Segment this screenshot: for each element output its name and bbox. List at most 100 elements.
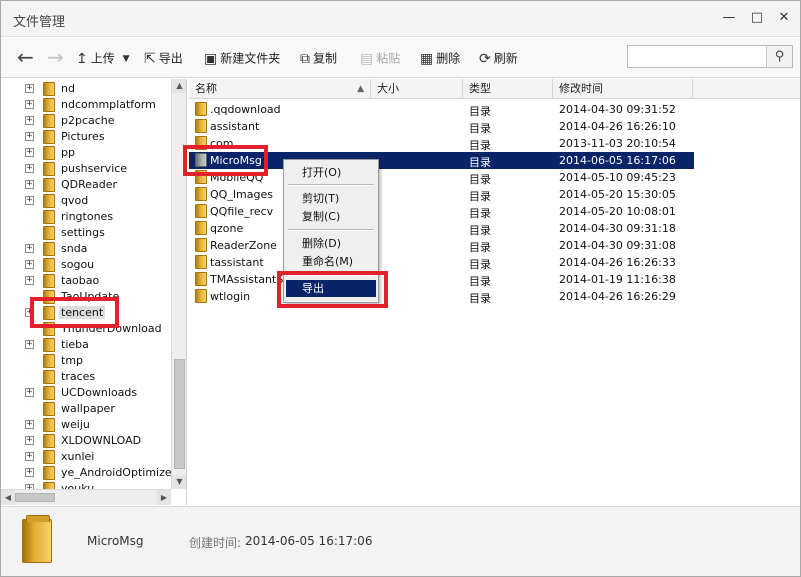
- expand-plus-icon[interactable]: +: [25, 100, 34, 109]
- table-row[interactable]: tassistant 目录 2014-04-26 16:26:33: [189, 254, 694, 271]
- search-input[interactable]: [628, 46, 766, 67]
- tree-item-label: p2pcache: [61, 114, 115, 127]
- tree-item-label: Pictures: [61, 130, 105, 143]
- expand-plus-icon[interactable]: +: [25, 452, 34, 461]
- upload-button[interactable]: ↥ 上传 ▼: [76, 38, 133, 78]
- modified-time-cell: 2014-05-20 10:08:01: [559, 205, 676, 218]
- tree-item[interactable]: + QDReader: [1, 177, 171, 193]
- menu-item-copy[interactable]: 复制(C): [286, 208, 376, 225]
- paste-button[interactable]: ▤ 粘贴: [360, 38, 400, 78]
- tree-item-label: nd: [61, 82, 75, 95]
- close-icon[interactable]: ✕: [775, 9, 793, 27]
- tree-item[interactable]: + UCDownloads: [1, 385, 171, 401]
- highlight-box-micromsg: [183, 145, 268, 176]
- export-button[interactable]: ⇱ 导出: [144, 38, 183, 78]
- scroll-left-icon[interactable]: ◀: [1, 490, 15, 505]
- file-type-cell: 目录: [469, 258, 491, 271]
- scroll-thumb[interactable]: [174, 359, 185, 469]
- tree-item[interactable]: + pushservice: [1, 161, 171, 177]
- menu-item-cut[interactable]: 剪切(T): [286, 190, 376, 207]
- tree-item[interactable]: + tieba: [1, 337, 171, 353]
- search-icon[interactable]: ⚲: [766, 46, 792, 67]
- tree-item[interactable]: ringtones: [1, 209, 171, 225]
- new-folder-button[interactable]: ▣ 新建文件夹: [204, 38, 280, 78]
- tree-item[interactable]: + ndcommplatform: [1, 97, 171, 113]
- table-row[interactable]: assistant 目录 2014-04-26 16:26:10: [189, 118, 694, 135]
- menu-item-rename[interactable]: 重命名(M): [286, 253, 376, 270]
- scroll-down-icon[interactable]: ▼: [172, 475, 186, 489]
- tree-item[interactable]: + taobao: [1, 273, 171, 289]
- expand-plus-icon[interactable]: +: [25, 276, 34, 285]
- expand-plus-icon[interactable]: +: [25, 180, 34, 189]
- tree-item[interactable]: + xunlei: [1, 449, 171, 465]
- modified-time-cell: 2014-04-26 16:26:10: [559, 120, 676, 133]
- expand-plus-icon[interactable]: +: [25, 340, 34, 349]
- expand-plus-icon[interactable]: +: [25, 84, 34, 93]
- table-row[interactable]: QQfile_recv 目录 2014-05-20 10:08:01: [189, 203, 694, 220]
- expand-plus-icon[interactable]: +: [25, 420, 34, 429]
- folder-icon: [43, 130, 55, 144]
- menu-separator: [288, 184, 374, 186]
- tree-item[interactable]: + ye_AndroidOptimizer: [1, 465, 176, 481]
- column-header-name[interactable]: 名称 ▲: [189, 79, 371, 99]
- minimize-icon[interactable]: —: [720, 9, 738, 27]
- expand-plus-icon[interactable]: +: [25, 116, 34, 125]
- tree-horizontal-scrollbar[interactable]: ◀ ▶: [1, 489, 171, 505]
- tree-item[interactable]: + pp: [1, 145, 171, 161]
- scroll-up-icon[interactable]: ▲: [172, 79, 186, 93]
- expand-plus-icon[interactable]: +: [25, 132, 34, 141]
- tree-item[interactable]: + qvod: [1, 193, 171, 209]
- table-row[interactable]: qzone 目录 2014-04-30 09:31:18: [189, 220, 694, 237]
- folder-icon: [43, 402, 55, 416]
- tree-item[interactable]: + snda: [1, 241, 171, 257]
- refresh-button[interactable]: ⟳ 刷新: [479, 38, 518, 78]
- expand-plus-icon[interactable]: +: [25, 388, 34, 397]
- folder-icon: [195, 221, 207, 235]
- tree-item[interactable]: + nd: [1, 81, 171, 97]
- expand-plus-icon[interactable]: +: [25, 164, 34, 173]
- tree-item[interactable]: + p2pcache: [1, 113, 171, 129]
- delete-button[interactable]: ▦ 删除: [420, 38, 460, 78]
- tree-vertical-scrollbar[interactable]: ▲ ▼: [171, 79, 186, 489]
- forward-arrow-icon[interactable]: →: [47, 46, 64, 68]
- menu-item-delete[interactable]: 删除(D): [286, 235, 376, 252]
- table-row[interactable]: ReaderZone 目录 2014-04-30 09:31:08: [189, 237, 694, 254]
- expand-plus-icon[interactable]: +: [25, 436, 34, 445]
- expand-plus-icon[interactable]: +: [25, 260, 34, 269]
- table-row[interactable]: TMAssistantSDK 目录 2014-01-19 11:16:38: [189, 271, 694, 288]
- folder-icon: [195, 187, 207, 201]
- tree-item[interactable]: + Pictures: [1, 129, 171, 145]
- expand-plus-icon[interactable]: +: [25, 196, 34, 205]
- scroll-right-icon[interactable]: ▶: [157, 490, 171, 505]
- menu-item-open[interactable]: 打开(O): [286, 164, 376, 181]
- search-box: ⚲: [627, 45, 793, 68]
- title-bar: 文件管理 — □ ✕: [1, 1, 800, 37]
- copy-button[interactable]: ⧉ 复制: [300, 38, 337, 78]
- table-row[interactable]: QQ_Images 目录 2014-05-20 15:30:05: [189, 186, 694, 203]
- tree-item[interactable]: wallpaper: [1, 401, 171, 417]
- tree-item[interactable]: settings: [1, 225, 171, 241]
- expand-plus-icon[interactable]: +: [25, 148, 34, 157]
- folder-icon: [43, 418, 55, 432]
- maximize-icon[interactable]: □: [748, 9, 766, 27]
- tree-item[interactable]: + XLDOWNLOAD: [1, 433, 171, 449]
- tree-item[interactable]: + weiju: [1, 417, 171, 433]
- folder-icon: [43, 162, 55, 176]
- tree-item-label: sogou: [61, 258, 95, 271]
- file-type-cell: 目录: [469, 139, 491, 152]
- window-title: 文件管理: [13, 15, 66, 30]
- table-row[interactable]: .qqdownload 目录 2014-04-30 09:31:52: [189, 101, 694, 118]
- expand-plus-icon[interactable]: +: [25, 468, 34, 477]
- table-row[interactable]: wtlogin 目录 2014-04-26 16:26:29: [189, 288, 694, 305]
- column-header-type[interactable]: 类型: [463, 79, 553, 99]
- expand-plus-icon[interactable]: +: [25, 244, 34, 253]
- column-header-size[interactable]: 大小: [371, 79, 463, 99]
- tree-item[interactable]: traces: [1, 369, 171, 385]
- scroll-thumb[interactable]: [15, 493, 55, 502]
- tree-item[interactable]: tmp: [1, 353, 171, 369]
- tree-item[interactable]: + sogou: [1, 257, 171, 273]
- chevron-down-icon[interactable]: ▼: [123, 39, 130, 79]
- list-header: 名称 ▲ 大小 类型 修改时间: [189, 79, 800, 99]
- column-header-modified[interactable]: 修改时间: [553, 79, 693, 99]
- back-arrow-icon[interactable]: ←: [17, 46, 34, 68]
